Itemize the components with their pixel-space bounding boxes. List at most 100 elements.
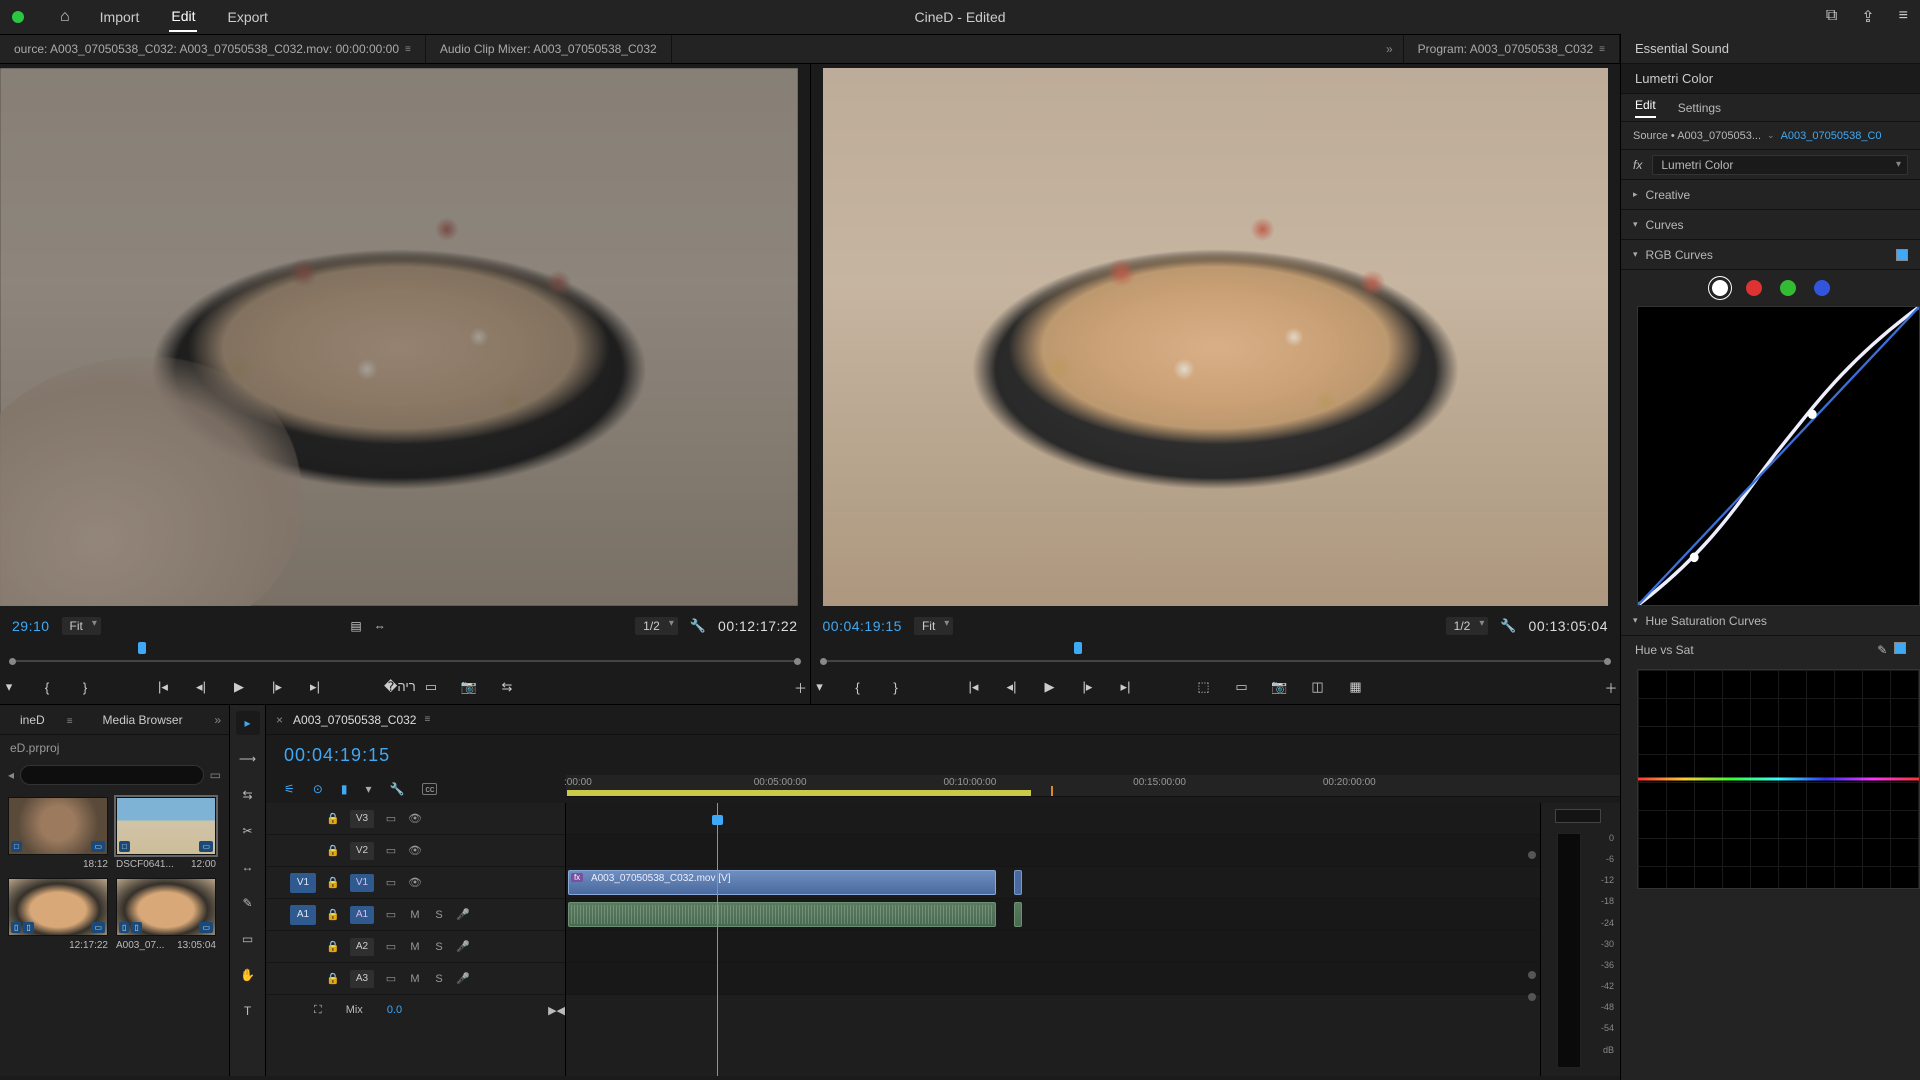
close-sequence-icon[interactable]: × — [266, 713, 293, 727]
safe-margins-icon[interactable]: ▦ — [1347, 679, 1365, 695]
project-clip-thumb[interactable]: ▯▯▭ 12:17:22 — [8, 878, 108, 951]
go-to-in-icon[interactable]: |◂ — [154, 679, 172, 695]
sync-lock-icon[interactable]: ▭ — [384, 972, 398, 985]
program-scrubber[interactable] — [823, 642, 1609, 666]
project-clip-thumb[interactable]: ▯▯▭ A003_07...13:05:04 — [116, 878, 216, 951]
audio-clip[interactable] — [568, 902, 997, 927]
rgb-curves-toggle[interactable] — [1896, 249, 1908, 261]
toggle-track-output-icon[interactable]: 👁 — [408, 844, 422, 857]
track-target[interactable]: A1 — [350, 906, 374, 924]
lumetri-settings-subtab[interactable]: Settings — [1678, 101, 1721, 115]
program-in-timecode[interactable]: 00:04:19:15 — [823, 618, 902, 634]
program-playhead[interactable] — [1074, 642, 1082, 654]
tab-export[interactable]: Export — [225, 3, 269, 31]
panel-menu-icon[interactable]: ≡ — [405, 44, 411, 55]
track-target[interactable]: A2 — [350, 938, 374, 956]
sync-lock-icon[interactable]: ▭ — [384, 844, 398, 857]
snap-icon[interactable]: ⚟ — [284, 782, 295, 796]
toggle-track-output-icon[interactable]: 👁 — [408, 876, 422, 889]
linked-selection-icon[interactable]: ⊙ — [313, 782, 323, 796]
mark-in-icon[interactable]: { — [38, 680, 56, 695]
rgb-red-channel[interactable] — [1746, 280, 1762, 296]
play-in-to-out-icon[interactable]: ▶◀ — [548, 1004, 565, 1017]
audio-clip[interactable] — [1014, 902, 1022, 927]
lock-track-icon[interactable]: 🔒 — [326, 876, 340, 889]
hamburger-menu-icon[interactable]: ≡ — [1899, 7, 1908, 27]
sync-lock-icon[interactable]: ▭ — [384, 940, 398, 953]
panel-menu-icon[interactable]: ≡ — [424, 714, 430, 725]
video-clip[interactable]: fxA003_07050538_C032.mov [V] — [568, 870, 997, 895]
audio-mixer-tab[interactable]: Audio Clip Mixer: A003_07050538_C032 — [426, 35, 672, 63]
program-zoom-select[interactable]: Fit — [914, 617, 953, 635]
project-clip-thumb[interactable]: □▭ 18:12 — [8, 797, 108, 870]
lumetri-edit-subtab[interactable]: Edit — [1635, 98, 1656, 118]
source-zoom-select[interactable]: Fit — [62, 617, 101, 635]
quick-export-icon[interactable]: ⧉ — [1826, 7, 1837, 27]
tab-edit[interactable]: Edit — [169, 2, 197, 32]
overflow-chevron-icon[interactable]: » — [1376, 42, 1403, 56]
source-panel-tab[interactable]: ource: A003_07050538_C032: A003_07050538… — [0, 35, 426, 63]
time-ruler[interactable]: :00:0000:05:00:0000:10:00:0000:15:00:000… — [566, 775, 1620, 797]
comparison-icon[interactable]: ⇆ — [498, 679, 516, 695]
go-to-in-icon[interactable]: |◂ — [965, 679, 983, 695]
video-track-lane[interactable] — [566, 835, 1540, 867]
timeline-settings-icon[interactable]: 🔧 — [389, 782, 404, 796]
button-editor-add-icon[interactable]: ＋ — [792, 678, 810, 697]
solo-track-icon[interactable]: S — [432, 973, 446, 985]
mark-out-icon[interactable]: } — [887, 680, 905, 695]
hand-tool-icon[interactable]: ✋ — [236, 963, 260, 987]
lock-track-icon[interactable]: 🔒 — [326, 844, 340, 857]
lumetri-color-tab[interactable]: Lumetri Color — [1621, 64, 1920, 94]
toggle-track-output-icon[interactable]: 👁 — [408, 812, 422, 825]
new-bin-icon[interactable]: ▭ — [210, 768, 221, 782]
caption-track-icon[interactable]: cc — [422, 783, 437, 795]
mark-in-icon[interactable]: { — [849, 680, 867, 695]
multicam-icon[interactable]: ⇔ — [374, 619, 386, 633]
rgb-luma-channel[interactable] — [1712, 280, 1728, 296]
mix-value[interactable]: 0.0 — [387, 1004, 402, 1016]
lumetri-effect-select[interactable]: Lumetri Color — [1652, 155, 1908, 175]
hue-vs-sat-graph[interactable] — [1637, 669, 1920, 889]
window-maximize-dot[interactable] — [12, 11, 24, 23]
bin-back-icon[interactable]: ◂ — [8, 768, 14, 782]
track-target[interactable]: V3 — [350, 810, 374, 828]
audio-track-lane[interactable] — [566, 899, 1540, 931]
essential-sound-tab[interactable]: Essential Sound — [1621, 34, 1920, 64]
wrench-icon[interactable]: 🔧 — [690, 618, 706, 634]
home-icon[interactable]: ⌂ — [60, 8, 70, 26]
expand-icon[interactable]: ⛶ — [314, 1004, 322, 1017]
sync-lock-icon[interactable]: ▭ — [384, 812, 398, 825]
section-creative[interactable]: ▸Creative — [1621, 180, 1920, 210]
add-marker-icon[interactable]: ▾ — [811, 679, 829, 695]
solo-track-icon[interactable]: S — [432, 941, 446, 953]
project-tab[interactable]: ineD≡ — [0, 713, 93, 727]
source-patch[interactable]: A1 — [290, 905, 316, 925]
track-select-tool-icon[interactable]: ⟶ — [236, 747, 260, 771]
section-hue-sat[interactable]: ▾Hue Saturation Curves — [1621, 606, 1920, 636]
voiceover-icon[interactable]: 🎤 — [456, 940, 470, 953]
voiceover-icon[interactable]: 🎤 — [456, 908, 470, 921]
voiceover-icon[interactable]: 🎤 — [456, 972, 470, 985]
video-track-lane[interactable]: fxA003_07050538_C032.mov [V] — [566, 867, 1540, 899]
overflow-chevron-icon[interactable]: » — [206, 713, 229, 727]
lock-track-icon[interactable]: 🔒 — [326, 940, 340, 953]
pen-tool-icon[interactable]: ✎ — [236, 891, 260, 915]
track-target[interactable]: V1 — [350, 874, 374, 892]
work-area-bar[interactable] — [567, 790, 1031, 796]
tab-import[interactable]: Import — [98, 3, 142, 31]
fx-badge-icon[interactable]: fx — [1633, 158, 1642, 172]
lift-icon[interactable]: ⬚ — [1195, 679, 1213, 695]
wrench-icon[interactable]: 🔧 — [1500, 618, 1516, 634]
mute-track-icon[interactable]: M — [408, 941, 422, 953]
sequence-name[interactable]: A003_07050538_C032 — [293, 713, 416, 727]
source-preview[interactable] — [0, 68, 798, 606]
panel-menu-icon[interactable]: ≡ — [1599, 44, 1605, 55]
ripple-edit-tool-icon[interactable]: ⇆ — [236, 783, 260, 807]
go-to-out-icon[interactable]: ▸| — [306, 679, 324, 695]
project-search-input[interactable] — [20, 765, 204, 785]
media-browser-tab[interactable]: Media Browser — [93, 713, 193, 727]
track-target[interactable]: A3 — [350, 970, 374, 988]
video-clip[interactable] — [1014, 870, 1022, 895]
play-icon[interactable]: ▶ — [230, 679, 248, 695]
project-clip-thumb[interactable]: □▭ DSCF0641...12:00 — [116, 797, 216, 870]
